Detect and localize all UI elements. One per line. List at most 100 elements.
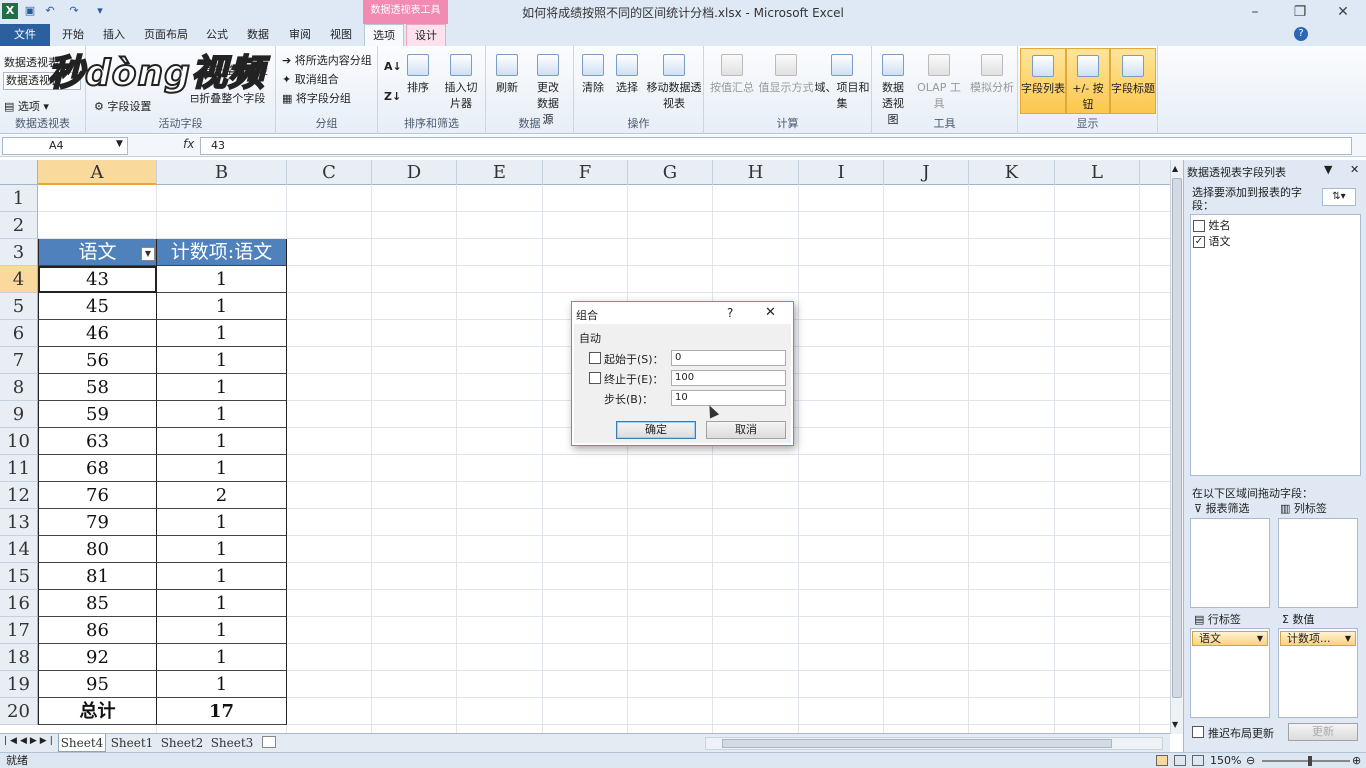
- sheet-tab-sheet2[interactable]: Sheet2: [158, 734, 206, 752]
- pivot-data-row-col-b[interactable]: 1: [157, 320, 287, 347]
- pivot-data-row-col-b[interactable]: 1: [157, 347, 287, 374]
- pivot-data-row-col-b[interactable]: 1: [157, 374, 287, 401]
- tab-design[interactable]: 设计: [406, 24, 446, 46]
- refresh-button[interactable]: 刷新: [492, 54, 522, 95]
- sort-desc-icon[interactable]: Z↓: [384, 90, 401, 103]
- field-setting-button[interactable]: ⚙ 字段设置: [94, 98, 151, 114]
- pivot-data-row-col-b[interactable]: 1: [157, 401, 287, 428]
- field-checkbox-name[interactable]: [1193, 220, 1205, 232]
- tab-home[interactable]: 开始: [55, 24, 91, 46]
- show-values-as-button[interactable]: 值显示方式: [758, 54, 814, 95]
- pivot-data-row-col-a[interactable]: 43: [38, 266, 157, 293]
- pivot-data-row-col-a[interactable]: 95: [38, 671, 157, 698]
- pivot-data-row-col-a[interactable]: 85: [38, 590, 157, 617]
- pivot-data-row-col-a[interactable]: 68: [38, 455, 157, 482]
- h-scroll-thumb[interactable]: [722, 739, 1112, 748]
- insert-sheet-icon[interactable]: [262, 736, 276, 748]
- pivot-header-row-col-a[interactable]: 语文 ▼: [38, 239, 157, 266]
- row-header-17[interactable]: 17: [0, 617, 38, 644]
- pivot-table[interactable]: 语文 ▼ 计数项:语文 43 1 45 1 46 1 56 1 58 1 59 1 63 1 68 1 76 2 79 1 8…: [38, 239, 287, 725]
- scroll-up-icon[interactable]: ▲: [1172, 164, 1178, 173]
- pivot-data-row-col-b[interactable]: 1: [157, 644, 287, 671]
- clear-button[interactable]: 清除: [578, 54, 608, 95]
- scroll-down-icon[interactable]: ▼: [1172, 720, 1178, 729]
- pivot-data-row-col-b[interactable]: 1: [157, 536, 287, 563]
- pivot-data-row-col-b[interactable]: 1: [157, 266, 287, 293]
- pane-menu-icon[interactable]: ▼: [1324, 163, 1332, 176]
- row-field-pill[interactable]: 语文 ▼: [1192, 631, 1268, 646]
- dialog-close-button[interactable]: ✕: [765, 305, 776, 320]
- tab-file[interactable]: 文件: [0, 24, 50, 46]
- zoom-level[interactable]: 150%: [1210, 753, 1241, 768]
- pivot-data-row-col-a[interactable]: 92: [38, 644, 157, 671]
- update-button[interactable]: 更新: [1288, 723, 1358, 741]
- end-checkbox[interactable]: [589, 372, 601, 384]
- row-labels-zone[interactable]: 语文 ▼: [1190, 628, 1270, 718]
- field-item-name[interactable]: 姓名: [1193, 217, 1231, 233]
- group-field-button[interactable]: ▦ 将字段分组: [282, 90, 351, 106]
- zoom-slider-thumb[interactable]: [1308, 756, 1312, 766]
- fx-icon[interactable]: fx: [183, 137, 194, 151]
- tab-page-layout[interactable]: 页面布局: [138, 24, 194, 46]
- sheet-tab-sheet4[interactable]: Sheet4: [58, 734, 106, 752]
- close-icon[interactable]: ✕: [1328, 2, 1358, 22]
- field-item-chinese[interactable]: ✓ 语文: [1193, 233, 1231, 249]
- fields-items-button[interactable]: 域、项目和集: [814, 54, 870, 111]
- start-input[interactable]: 0: [671, 350, 786, 366]
- filter-dropdown-icon[interactable]: ▼: [141, 247, 155, 261]
- page-layout-view-icon[interactable]: [1174, 755, 1186, 766]
- name-box[interactable]: A4: [2, 137, 128, 155]
- pivot-data-row-col-a[interactable]: 56: [38, 347, 157, 374]
- zoom-in-icon[interactable]: ⊕: [1352, 753, 1361, 768]
- row-header-2[interactable]: 2: [0, 212, 38, 239]
- help-icon[interactable]: ?: [1294, 27, 1308, 41]
- pivot-data-row-col-a[interactable]: 81: [38, 563, 157, 590]
- tab-data[interactable]: 数据: [240, 24, 276, 46]
- pivot-data-row-col-b[interactable]: 1: [157, 455, 287, 482]
- pivot-data-row-col-b[interactable]: 1: [157, 293, 287, 320]
- whatif-button[interactable]: 模拟分析: [968, 54, 1016, 95]
- pivot-data-row-col-a[interactable]: 46: [38, 320, 157, 347]
- column-header-l[interactable]: L: [1055, 160, 1140, 185]
- column-header-i[interactable]: I: [799, 160, 884, 185]
- row-header-14[interactable]: 14: [0, 536, 38, 563]
- defer-update-checkbox[interactable]: [1192, 726, 1204, 738]
- dialog-help-button[interactable]: ?: [727, 306, 733, 320]
- pivot-data-row-col-a[interactable]: 86: [38, 617, 157, 644]
- move-pivot-button[interactable]: 移动数据透视表: [646, 54, 702, 111]
- pivot-data-row-col-a[interactable]: 58: [38, 374, 157, 401]
- insert-slicer-button[interactable]: 插入切片器: [440, 54, 482, 111]
- row-header-16[interactable]: 16: [0, 590, 38, 617]
- tab-formulas[interactable]: 公式: [199, 24, 235, 46]
- column-header-e[interactable]: E: [457, 160, 543, 185]
- column-header-a[interactable]: A: [38, 160, 157, 185]
- sort-asc-icon[interactable]: A↓: [384, 60, 402, 73]
- field-checkbox-chinese[interactable]: ✓: [1193, 236, 1205, 248]
- row-header-7[interactable]: 7: [0, 347, 38, 374]
- row-header-15[interactable]: 15: [0, 563, 38, 590]
- cell-grid[interactable]: 语文 ▼ 计数项:语文 43 1 45 1 46 1 56 1 58 1 59 1 63 1 68 1 76 2 79 1 8…: [38, 185, 1170, 733]
- normal-view-icon[interactable]: [1156, 755, 1168, 766]
- row-header-10[interactable]: 10: [0, 428, 38, 455]
- start-checkbox[interactable]: [589, 352, 601, 364]
- pivot-data-row-col-a[interactable]: 59: [38, 401, 157, 428]
- horizontal-scrollbar[interactable]: [705, 737, 1163, 750]
- column-header-b[interactable]: B: [157, 160, 287, 185]
- row-header-3[interactable]: 3: [0, 239, 38, 266]
- pivot-total-row-col-b[interactable]: 17: [157, 698, 287, 725]
- row-header-9[interactable]: 9: [0, 401, 38, 428]
- scroll-thumb[interactable]: [1172, 178, 1182, 698]
- column-labels-zone[interactable]: [1278, 518, 1358, 608]
- column-header-c[interactable]: C: [287, 160, 372, 185]
- sheet-tab-sheet3[interactable]: Sheet3: [208, 734, 256, 752]
- olap-tools-button[interactable]: OLAP 工具: [912, 54, 966, 111]
- ungroup-button[interactable]: ✦ 取消组合: [282, 71, 339, 87]
- column-header-g[interactable]: G: [628, 160, 713, 185]
- pane-close-icon[interactable]: ✕: [1350, 163, 1359, 176]
- pivot-data-row-col-b[interactable]: 1: [157, 563, 287, 590]
- vertical-scrollbar[interactable]: ▲ ▼: [1170, 160, 1183, 734]
- restore-icon[interactable]: ❐: [1285, 2, 1315, 22]
- pivot-data-row-col-a[interactable]: 45: [38, 293, 157, 320]
- row-header-20[interactable]: 20: [0, 698, 38, 725]
- row-header-12[interactable]: 12: [0, 482, 38, 509]
